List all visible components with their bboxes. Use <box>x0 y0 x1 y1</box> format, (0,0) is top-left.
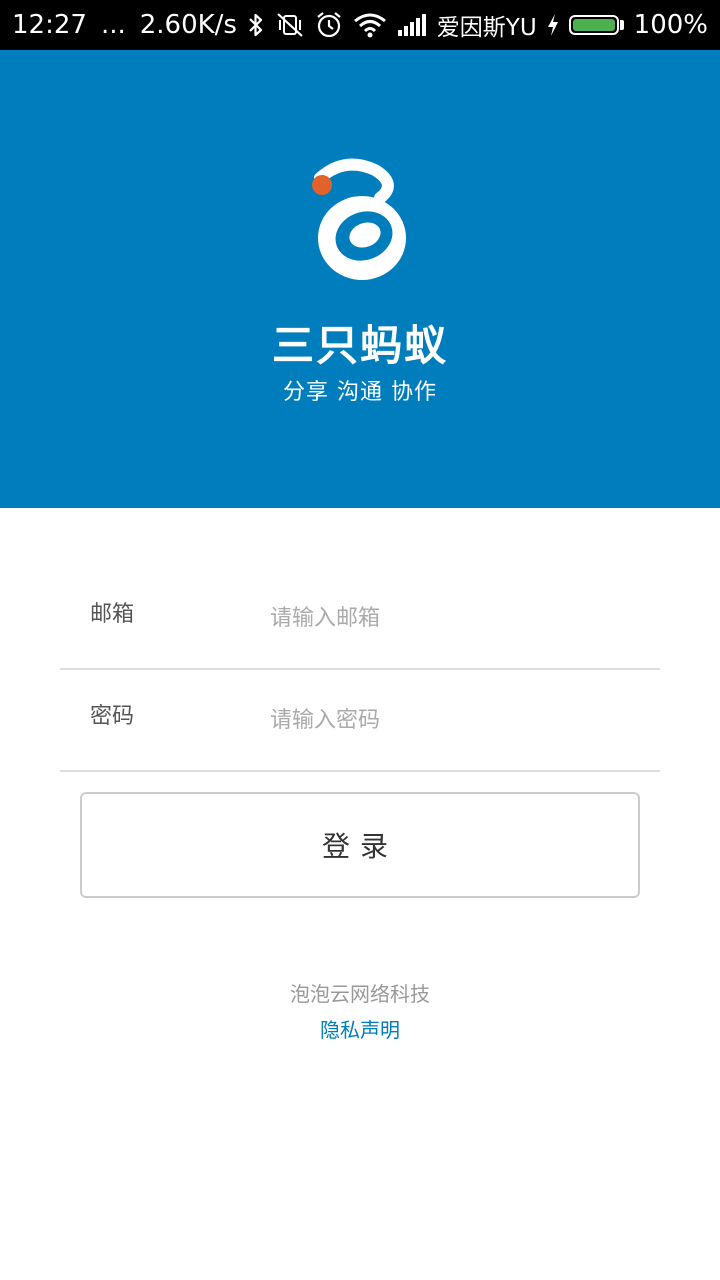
email-row: 邮箱 <box>60 570 660 670</box>
email-label: 邮箱 <box>90 602 135 627</box>
signal-icon <box>397 10 427 40</box>
battery-percent: 100% <box>633 10 708 40</box>
battery-level <box>572 19 615 31</box>
login-button[interactable]: 登录 <box>80 792 640 898</box>
status-left: 12:27 ... 2.60K/s <box>12 10 237 40</box>
charging-icon <box>547 10 559 40</box>
status-time: 12:27 <box>12 10 87 40</box>
app-slogan: 分享 沟通 协作 <box>283 380 437 405</box>
vibrate-off-icon <box>275 10 305 40</box>
status-bar: 12:27 ... 2.60K/s 爱因斯YU 100% <box>0 0 720 50</box>
network-speed: 2.60K/s <box>139 10 237 40</box>
battery-body <box>568 15 619 35</box>
app-name: 三只蚂蚁 <box>271 321 448 370</box>
battery-icon <box>568 15 624 35</box>
password-row: 密码 <box>60 672 660 772</box>
email-input[interactable] <box>270 598 640 638</box>
wifi-icon <box>353 10 387 40</box>
privacy-statement-link[interactable]: 隐私声明 <box>0 1014 720 1043</box>
app-logo-icon <box>312 158 406 280</box>
notification-dots: ... <box>100 10 126 40</box>
battery-tip <box>619 20 624 30</box>
app-header: 三只蚂蚁 分享 沟通 协作 <box>0 50 720 508</box>
password-input[interactable] <box>270 700 640 740</box>
alarm-icon <box>315 10 343 40</box>
status-right: 爱因斯YU 100% <box>247 8 708 42</box>
bluetooth-icon <box>247 10 265 40</box>
password-label: 密码 <box>90 704 135 729</box>
carrier-name: 爱因斯YU <box>436 15 537 41</box>
company-name: 泡泡云网络科技 <box>290 982 430 1006</box>
